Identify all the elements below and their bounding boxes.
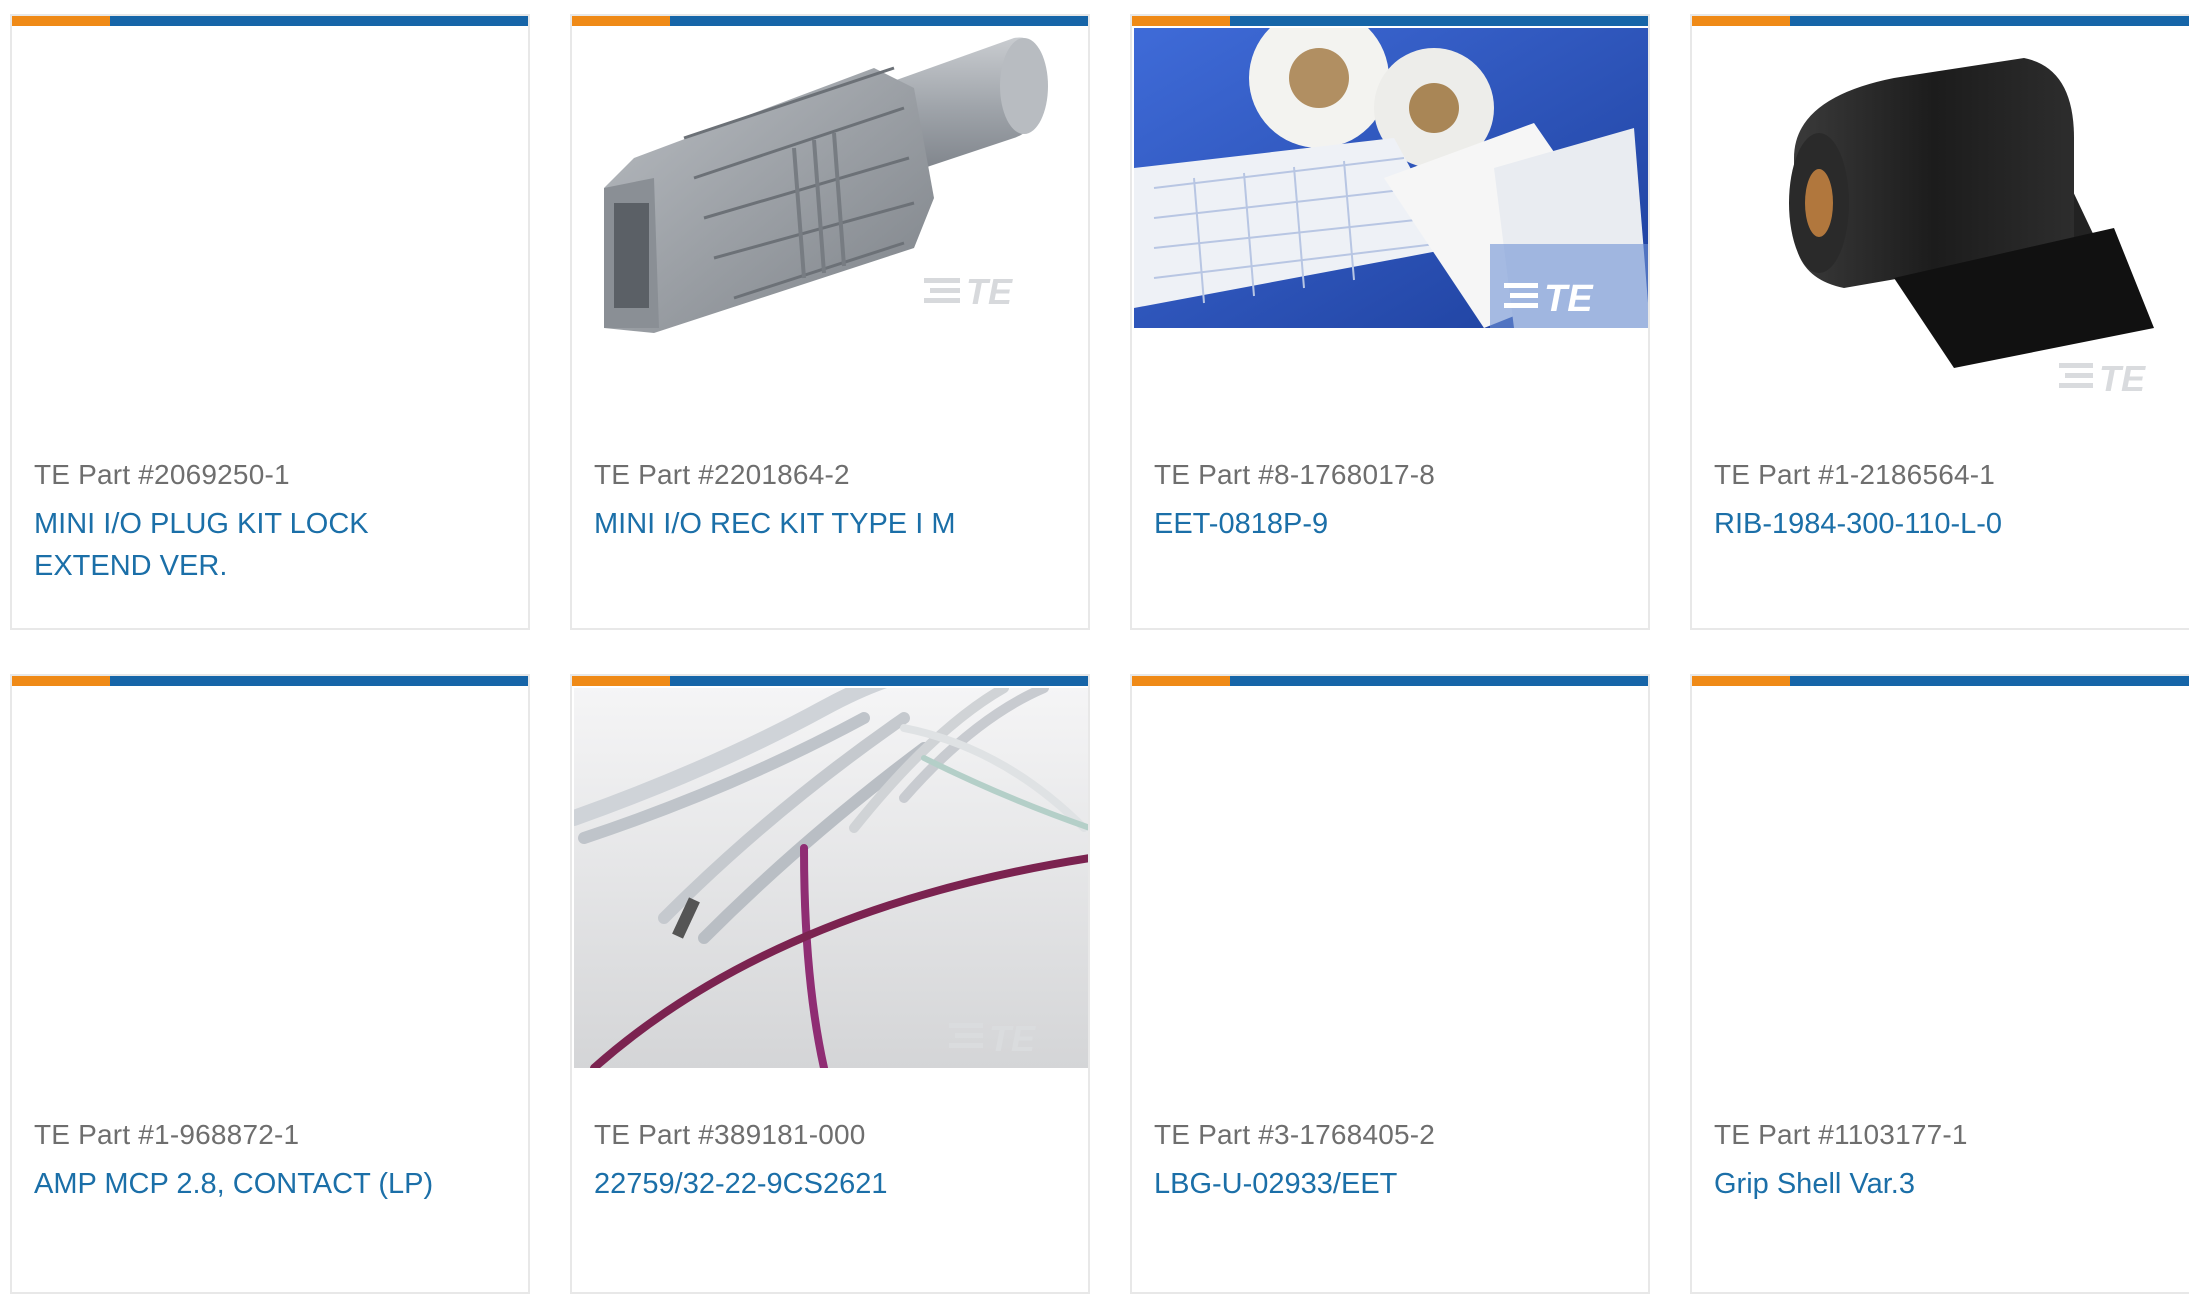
product-card[interactable]: TE Part #3-1768405-2 LBG-U-02933/EET bbox=[1130, 674, 1650, 1294]
product-image[interactable]: TE bbox=[1134, 16, 1648, 408]
ribbon-roll-image: TE bbox=[1789, 58, 2154, 399]
product-name-link[interactable]: AMP MCP 2.8, CONTACT (LP) bbox=[34, 1163, 488, 1205]
product-image-placeholder[interactable] bbox=[1694, 688, 2189, 1068]
product-card[interactable]: TE TE Part #8-1768017-8 EET-0818P-9 bbox=[1130, 14, 1650, 630]
product-grid: TE Part #2069250-1 MINI I/O PLUG KIT LOC… bbox=[0, 0, 2189, 1294]
part-number: TE Part #1-2186564-1 bbox=[1714, 459, 1996, 490]
svg-text:TE: TE bbox=[966, 271, 1013, 312]
product-image[interactable]: TE bbox=[574, 28, 1086, 408]
part-number: TE Part #2069250-1 bbox=[34, 459, 290, 490]
connector-housing-image: TE bbox=[604, 37, 1048, 333]
product-name-link[interactable]: 22759/32-22-9CS2621 bbox=[594, 1163, 1048, 1205]
product-name-link[interactable]: Grip Shell Var.3 bbox=[1714, 1163, 2168, 1205]
product-name-link[interactable]: LBG-U-02933/EET bbox=[1154, 1163, 1608, 1205]
product-image[interactable]: TE bbox=[1694, 28, 2189, 408]
card-accent-bar bbox=[572, 676, 1088, 686]
product-image[interactable]: TE bbox=[572, 676, 1088, 1072]
card-accent-bar bbox=[1132, 676, 1648, 686]
card-accent-bar bbox=[12, 676, 528, 686]
part-number: TE Part #2201864-2 bbox=[594, 459, 850, 490]
product-name-link[interactable]: MINI I/O PLUG KIT LOCK EXTEND VER. bbox=[34, 503, 488, 587]
svg-text:TE: TE bbox=[1544, 278, 1594, 320]
svg-text:TE: TE bbox=[2099, 358, 2146, 399]
card-accent-bar bbox=[572, 16, 1088, 26]
product-name-link[interactable]: RIB-1984-300-110-L-0 bbox=[1714, 503, 2168, 545]
product-image-placeholder[interactable] bbox=[14, 28, 526, 408]
product-card[interactable]: TE Part #1103177-1 Grip Shell Var.3 bbox=[1690, 674, 2189, 1294]
product-card[interactable]: TE TE Part #2201864-2 MINI I/O REC KIT T… bbox=[570, 14, 1090, 630]
product-image-placeholder[interactable] bbox=[1134, 688, 1646, 1068]
insulated-wires-image: TE bbox=[572, 676, 1088, 1072]
product-card[interactable]: TE TE Part #1-2186564-1 RIB-1984-300-110… bbox=[1690, 14, 2189, 630]
part-number: TE Part #1103177-1 bbox=[1714, 1119, 1968, 1150]
part-number: TE Part #3-1768405-2 bbox=[1154, 1119, 1436, 1150]
product-name-link[interactable]: EET-0818P-9 bbox=[1154, 503, 1608, 545]
product-card[interactable]: TE TE Part #389181-000 22759/32-22-9CS26… bbox=[570, 674, 1090, 1294]
product-card[interactable]: TE Part #1-968872-1 AMP MCP 2.8, CONTACT… bbox=[10, 674, 530, 1294]
product-image-placeholder[interactable] bbox=[14, 688, 526, 1068]
part-number: TE Part #8-1768017-8 bbox=[1154, 459, 1436, 490]
part-number: TE Part #389181-000 bbox=[594, 1119, 866, 1150]
product-name-link[interactable]: MINI I/O REC KIT TYPE I M bbox=[594, 503, 1048, 545]
card-accent-bar bbox=[12, 16, 528, 26]
svg-text:TE: TE bbox=[989, 1018, 1036, 1059]
part-number: TE Part #1-968872-1 bbox=[34, 1119, 300, 1150]
card-accent-bar bbox=[1692, 676, 2189, 686]
card-accent-bar bbox=[1692, 16, 2189, 26]
product-card[interactable]: TE Part #2069250-1 MINI I/O PLUG KIT LOC… bbox=[10, 14, 530, 630]
card-accent-bar bbox=[1132, 16, 1648, 26]
label-rolls-image: TE bbox=[1134, 16, 1648, 328]
